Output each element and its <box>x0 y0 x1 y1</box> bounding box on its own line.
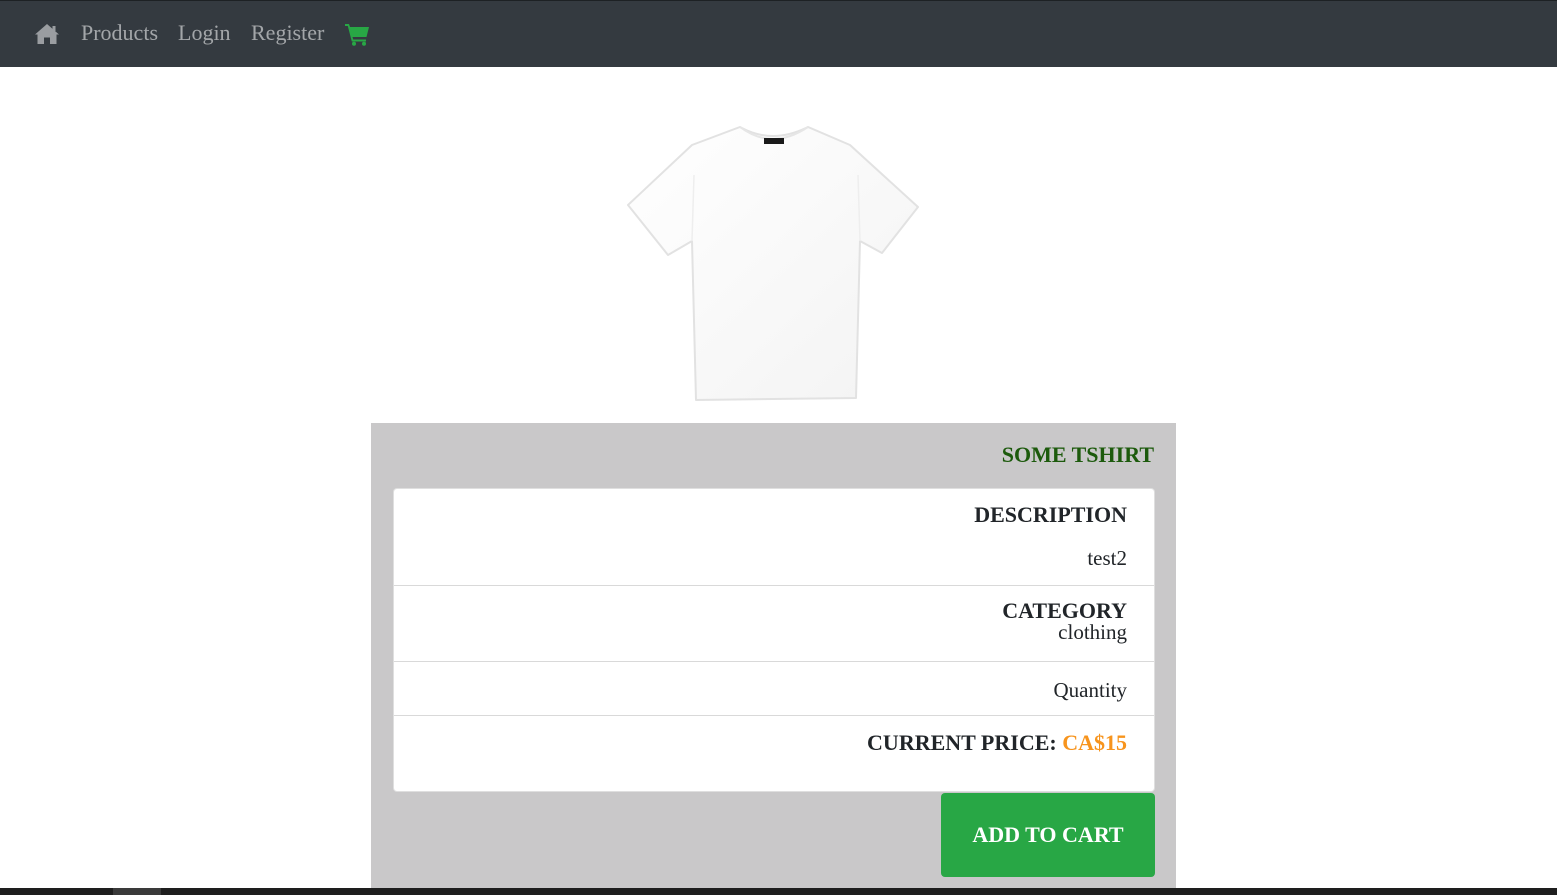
bottom-bar <box>0 888 1557 895</box>
top-navbar: Products Login Register <box>0 0 1557 67</box>
quantity-label: Quantity <box>1053 678 1128 702</box>
price-value: CA$15 <box>1062 730 1127 755</box>
add-to-cart-button[interactable]: ADD TO CART <box>941 793 1155 877</box>
quantity-row: Quantity <box>394 662 1154 716</box>
nav-link-register[interactable]: Register <box>251 20 324 46</box>
product-title: SOME TSHIRT <box>1001 442 1154 467</box>
description-heading: DESCRIPTION <box>974 502 1127 527</box>
product-info-card: DESCRIPTION test2 CATEGORY clothing Quan… <box>393 488 1155 792</box>
shopping-cart-icon[interactable] <box>344 22 370 46</box>
product-detail-panel: SOME TSHIRT DESCRIPTION test2 CATEGORY c… <box>371 423 1176 895</box>
description-row: DESCRIPTION test2 <box>394 489 1154 586</box>
description-value: test2 <box>1087 546 1127 570</box>
bottom-tab[interactable] <box>113 888 161 895</box>
category-row: CATEGORY clothing <box>394 586 1154 662</box>
home-icon[interactable] <box>34 23 60 45</box>
price-heading: CURRENT PRICE: <box>867 730 1057 755</box>
nav-link-products[interactable]: Products <box>81 20 158 46</box>
price-row: CURRENT PRICE: CA$15 <box>394 716 1154 792</box>
product-tshirt-image <box>627 126 919 401</box>
category-value: clothing <box>1058 620 1127 644</box>
current-price: CURRENT PRICE: CA$15 <box>867 730 1127 756</box>
nav-link-login[interactable]: Login <box>178 20 231 46</box>
